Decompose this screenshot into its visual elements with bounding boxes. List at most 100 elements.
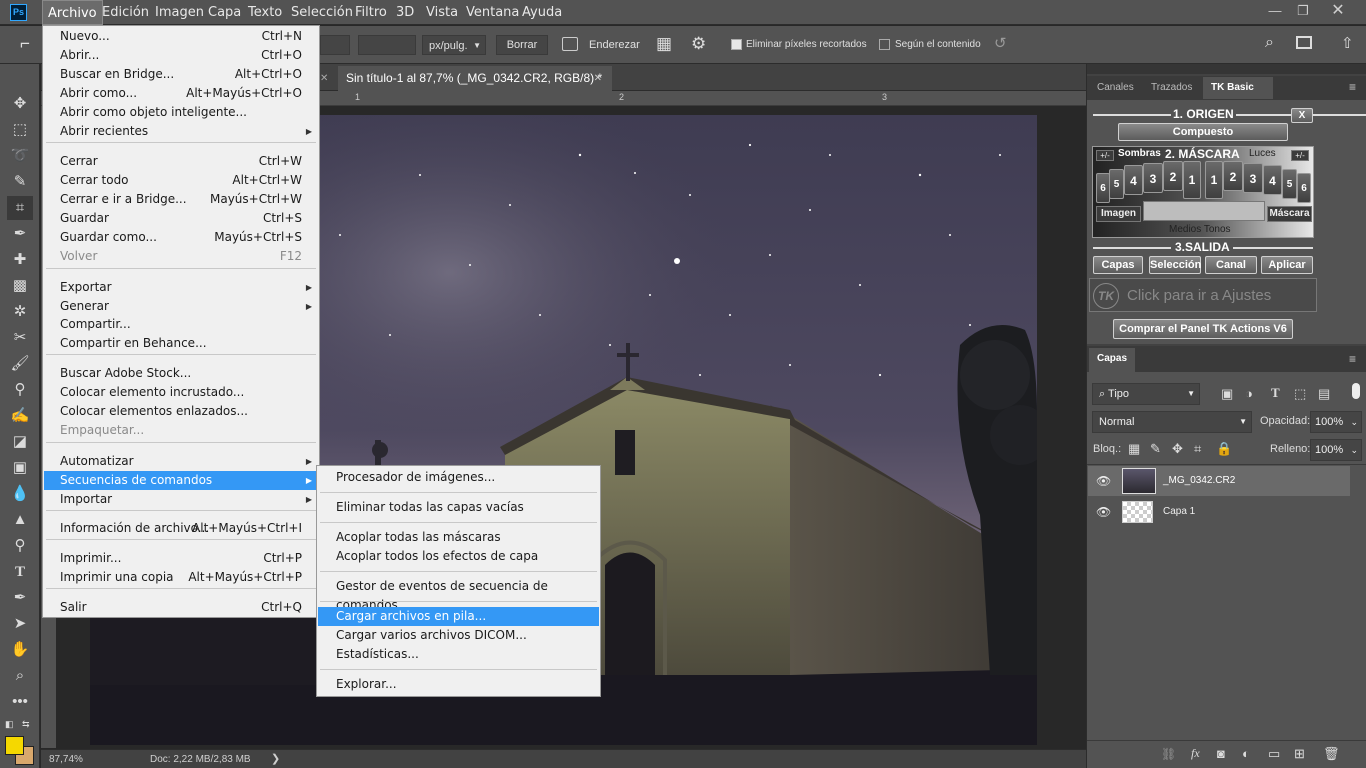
blend-mode-select[interactable]: Normal ▼ (1092, 411, 1252, 433)
light-2-button[interactable]: 2 (1223, 161, 1243, 191)
reset-icon[interactable]: ↺ (994, 34, 1007, 52)
shadow-2-button[interactable]: 2 (1163, 161, 1183, 191)
file-menu-item[interactable]: Guardar Ctrl+S (44, 209, 318, 228)
fill-field[interactable]: 100% ⌄ (1310, 439, 1362, 461)
blur-tool-icon[interactable]: 💧 (7, 482, 33, 506)
output-apply-button[interactable]: Aplicar (1261, 256, 1313, 274)
add-mask-icon[interactable]: ◙ (1217, 746, 1225, 761)
trash-icon[interactable]: 🗑 (1323, 746, 1340, 762)
type-filter-icon[interactable]: T (1271, 385, 1280, 401)
crop-tool-icon[interactable]: ⌗ (7, 196, 33, 220)
default-colors-icon[interactable]: ◧ (5, 719, 14, 730)
type-tool-icon[interactable]: T (7, 560, 33, 584)
tab-layers[interactable]: Capas (1089, 348, 1136, 372)
menu-3d[interactable]: 3D (391, 0, 419, 25)
file-menu-item[interactable]: Salir Ctrl+Q (44, 598, 318, 617)
file-menu-item[interactable]: Abrir... Ctrl+O (44, 46, 318, 65)
file-menu-item[interactable]: Colocar elementos enlazados... (44, 402, 318, 421)
layer-row[interactable]: 👁 _MG_0342.CR2 (1088, 466, 1350, 496)
lock-all-icon[interactable]: 🔒 (1216, 441, 1232, 457)
layer-row[interactable]: 👁 Capa 1 (1088, 497, 1350, 527)
shadow-1-button[interactable]: 1 (1183, 161, 1201, 199)
light-5-button[interactable]: 5 (1282, 169, 1297, 199)
light-4-button[interactable]: 4 (1263, 165, 1282, 195)
clone-stamp-icon[interactable]: ⚲ (7, 378, 33, 402)
red-eye-tool-icon[interactable]: ✂ (7, 326, 33, 350)
scripts-submenu-item[interactable]: Acoplar todas las máscaras (318, 528, 599, 547)
file-menu-item[interactable]: Abrir como... Alt+Mayús+Ctrl+O (44, 84, 318, 103)
menu-ventana[interactable]: Ventana (461, 0, 524, 25)
unit-select[interactable]: px/pulg. ▼ (422, 35, 486, 55)
menu-capa[interactable]: Capa (203, 0, 246, 25)
content-aware-move-icon[interactable]: ✲ (7, 300, 33, 324)
panel-menu-icon[interactable]: ≡ (1349, 80, 1356, 94)
scripts-submenu-item[interactable]: Cargar archivos en pila... (318, 607, 599, 626)
lock-artboard-icon[interactable]: ⌗ (1194, 441, 1201, 457)
file-menu-item[interactable]: Cerrar todo Alt+Ctrl+W (44, 171, 318, 190)
share-icon[interactable]: ⇧ (1341, 34, 1354, 52)
menu-ayuda[interactable]: Ayuda (517, 0, 567, 25)
output-layers-button[interactable]: Capas (1093, 256, 1143, 274)
menu-seleccion[interactable]: Selección (286, 0, 358, 25)
swap-colors-icon[interactable]: ⇆ (22, 719, 30, 730)
scripts-submenu-item[interactable]: Estadísticas... (318, 645, 599, 664)
file-menu-item[interactable]: Abrir recientes ▶ (44, 122, 318, 141)
layer-name[interactable]: Capa 1 (1163, 506, 1195, 517)
adjustment-layer-icon[interactable]: ◐ (1242, 746, 1250, 761)
lock-transparent-icon[interactable]: ▦ (1128, 441, 1140, 457)
grid-overlay-icon[interactable]: ▦ (656, 34, 672, 54)
file-menu-item[interactable]: Exportar ▶ (44, 278, 318, 297)
pen-tool-icon[interactable]: ✒ (7, 586, 33, 610)
zoom-tool-icon[interactable]: ⌕ (7, 664, 33, 688)
scripts-submenu-item[interactable]: Cargar varios archivos DICOM... (318, 626, 599, 645)
new-layer-icon[interactable]: ⊞ (1294, 746, 1305, 762)
smart-object-filter-icon[interactable]: ▤ (1318, 386, 1330, 402)
search-icon[interactable]: ⌕ (1265, 34, 1274, 52)
file-menu-item[interactable]: Cerrar Ctrl+W (44, 152, 318, 171)
close-tab-icon[interactable]: ✕ (320, 66, 336, 91)
brush-tool-icon[interactable]: 🖌 (7, 352, 33, 376)
restore-icon[interactable]: ❐ (1290, 0, 1316, 22)
new-group-icon[interactable]: ▭ (1268, 746, 1280, 762)
foreground-color-swatch[interactable] (5, 736, 24, 755)
panel-collapse-bar[interactable] (1087, 64, 1366, 74)
scripts-submenu-item[interactable]: Acoplar todos los efectos de capa (318, 547, 599, 566)
zoom-level[interactable]: 87,74% (49, 750, 83, 768)
output-channel-button[interactable]: Canal (1205, 256, 1257, 274)
scripts-submenu-item[interactable]: Gestor de eventos de secuencia de comand… (318, 577, 599, 612)
quick-selection-tool-icon[interactable]: ✎ (7, 170, 33, 194)
move-tool-icon[interactable]: ✥ (7, 92, 33, 116)
document-tab[interactable]: Sin título-1 al 87,7% (_MG_0342.CR2, RGB… (338, 66, 612, 91)
shadow-3-button[interactable]: 3 (1143, 163, 1163, 193)
tab-tk-basic[interactable]: TK Basic V6 (1203, 77, 1273, 115)
light-3-button[interactable]: 3 (1243, 163, 1263, 193)
patch-tool-icon[interactable]: ▩ (7, 274, 33, 298)
file-menu-item[interactable]: Nuevo... Ctrl+N (44, 27, 318, 46)
menu-filtro[interactable]: Filtro (350, 0, 392, 25)
tab-trazados[interactable]: Trazados (1143, 77, 1200, 99)
mask-button[interactable]: Máscara (1267, 206, 1312, 222)
adjustments-link[interactable]: TK Click para ir a Ajustes (1089, 278, 1317, 312)
lock-image-icon[interactable]: ✎ (1150, 441, 1161, 457)
crop-tool-icon[interactable]: ⌐ (20, 34, 30, 54)
filter-toggle[interactable] (1352, 383, 1360, 399)
layer-filter-select[interactable]: ⌕ Tipo ▼ (1092, 383, 1200, 405)
status-arrow-icon[interactable]: ❯ (271, 750, 280, 768)
adjustment-filter-icon[interactable]: ◑ (1245, 386, 1253, 401)
straighten-label[interactable]: Enderezar (589, 35, 640, 55)
layer-name[interactable]: _MG_0342.CR2 (1163, 475, 1235, 486)
file-menu-item[interactable]: Imprimir una copia Alt+Mayús+Ctrl+P (44, 568, 318, 587)
lights-plusminus-button[interactable]: +/- (1291, 150, 1309, 161)
light-1-button[interactable]: 1 (1205, 161, 1223, 199)
gear-icon[interactable]: ⚙ (691, 34, 706, 54)
scripts-submenu-item[interactable]: Procesador de imágenes... (318, 468, 599, 487)
file-menu-item[interactable]: Guardar como... Mayús+Ctrl+S (44, 228, 318, 247)
lock-position-icon[interactable]: ✥ (1172, 441, 1183, 457)
shadow-6-button[interactable]: 6 (1096, 173, 1110, 203)
file-menu-item[interactable]: Generar ▶ (44, 297, 318, 316)
file-menu-item[interactable]: Importar ▶ (44, 490, 318, 509)
file-menu-item[interactable]: Buscar Adobe Stock... (44, 364, 318, 383)
history-brush-icon[interactable]: ✍ (7, 404, 33, 428)
fx-icon[interactable]: fx (1191, 746, 1200, 761)
straighten-icon[interactable] (562, 37, 578, 51)
